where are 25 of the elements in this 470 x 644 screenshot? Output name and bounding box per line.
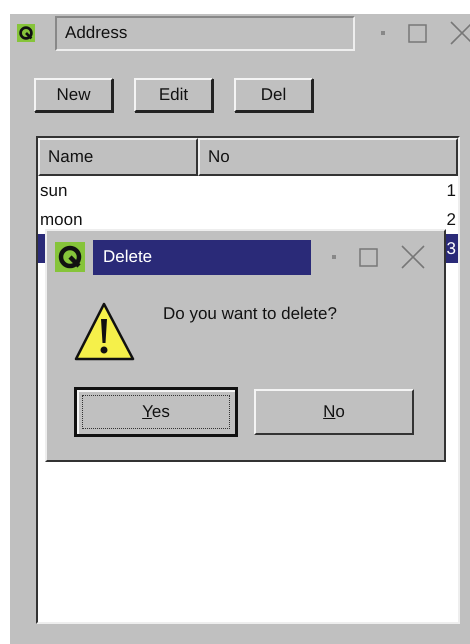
column-header[interactable]: Name bbox=[38, 138, 198, 176]
number-cell: 2 bbox=[446, 210, 456, 230]
minimize-icon[interactable] bbox=[331, 254, 337, 260]
close-icon[interactable] bbox=[449, 20, 470, 46]
number-cell: 1 bbox=[446, 180, 456, 200]
window-title: Address bbox=[55, 16, 355, 50]
list-row[interactable]: sun 1 bbox=[38, 176, 458, 205]
dialog-button[interactable]: Yes bbox=[74, 387, 238, 437]
dialog-message: Do you want to delete? bbox=[163, 304, 337, 325]
name-cell: moon bbox=[40, 210, 83, 230]
number-cell: 3 bbox=[446, 238, 456, 258]
column-header[interactable]: No bbox=[198, 138, 458, 176]
app-icon bbox=[55, 242, 85, 272]
name-cell: sun bbox=[40, 180, 68, 200]
toolbar-button[interactable]: Del bbox=[234, 78, 313, 112]
dialog-button[interactable]: No bbox=[254, 389, 414, 435]
toolbar-button[interactable]: New bbox=[34, 78, 113, 112]
warning-icon bbox=[73, 301, 135, 363]
maximize-icon[interactable] bbox=[359, 248, 378, 266]
toolbar-button[interactable]: Edit bbox=[134, 78, 213, 112]
maximize-icon[interactable] bbox=[408, 24, 427, 42]
minimize-icon[interactable] bbox=[380, 30, 386, 36]
app-icon bbox=[17, 24, 35, 42]
dialog-title: Delete bbox=[93, 240, 311, 274]
close-icon[interactable] bbox=[400, 244, 426, 270]
